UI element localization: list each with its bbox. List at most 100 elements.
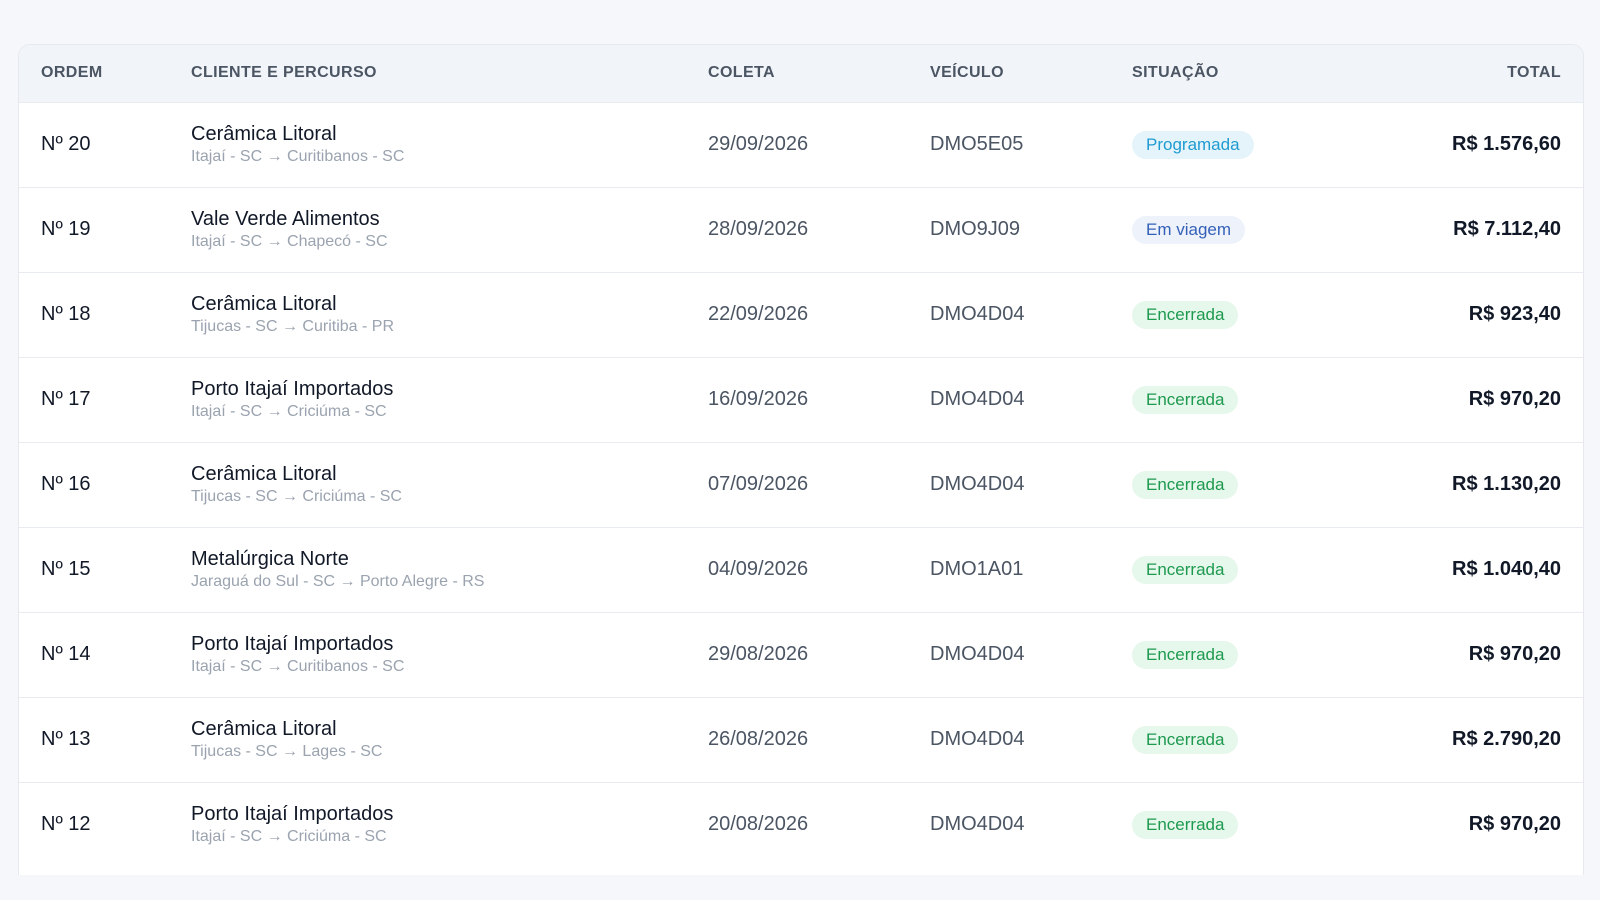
order-number: Nº 16 <box>41 473 91 495</box>
order-number: Nº 14 <box>41 643 91 665</box>
table-row[interactable]: Nº 12 Porto Itajaí Importados Itajaí - S… <box>19 782 1583 867</box>
order-total: R$ 2.790,20 <box>1452 728 1561 750</box>
vehicle-plate: DMO5E05 <box>930 133 1024 155</box>
vehicle-plate: DMO4D04 <box>930 473 1025 495</box>
route-text: Itajaí - SC → Curitibanos - SC <box>191 147 405 165</box>
vehicle-plate: DMO4D04 <box>930 388 1025 410</box>
route-text: Jaraguá do Sul - SC → Porto Alegre - RS <box>191 572 485 590</box>
column-header-veiculo[interactable]: VEÍCULO <box>930 45 1132 102</box>
table-row[interactable]: Nº 20 Cerâmica Litoral Itajaí - SC → Cur… <box>19 102 1583 187</box>
column-header-coleta[interactable]: COLETA <box>708 45 930 102</box>
column-header-cliente[interactable]: CLIENTE E PERCURSO <box>191 45 708 102</box>
client-route-cell: Porto Itajaí Importados Itajaí - SC → Cr… <box>191 357 708 442</box>
client-name: Vale Verde Alimentos <box>191 207 380 230</box>
vehicle-plate: DMO4D04 <box>930 643 1025 665</box>
pickup-date: 26/08/2026 <box>708 728 809 750</box>
route-text: Tijucas - SC → Curitiba - PR <box>191 317 394 335</box>
client-name: Cerâmica Litoral <box>191 122 337 145</box>
status-cell: Encerrada <box>1132 612 1332 697</box>
client-route-cell: Cerâmica Litoral Itajaí - SC → Curitiban… <box>191 102 708 187</box>
status-badge: Encerrada <box>1132 385 1239 414</box>
status-badge: Em viagem <box>1132 215 1246 244</box>
order-number: Nº 12 <box>41 813 91 836</box>
table-body: Nº 20 Cerâmica Litoral Itajaí - SC → Cur… <box>19 102 1583 867</box>
status-badge: Encerrada <box>1132 470 1239 499</box>
client-route-cell: Vale Verde Alimentos Itajaí - SC → Chape… <box>191 187 708 272</box>
pickup-date: 16/09/2026 <box>708 388 809 410</box>
vehicle-plate: DMO1A01 <box>930 558 1024 580</box>
table-row[interactable]: Nº 15 Metalúrgica Norte Jaraguá do Sul -… <box>19 527 1583 612</box>
status-cell: Encerrada <box>1132 442 1332 527</box>
orders-table: ORDEM CLIENTE E PERCURSO COLETA VEÍCULO … <box>19 45 1583 867</box>
header-row: ORDEM CLIENTE E PERCURSO COLETA VEÍCULO … <box>19 45 1583 102</box>
table-row[interactable]: Nº 18 Cerâmica Litoral Tijucas - SC → Cu… <box>19 272 1583 357</box>
status-cell: Encerrada <box>1132 357 1332 442</box>
status-cell: Programada <box>1132 102 1332 187</box>
pickup-date: 22/09/2026 <box>708 303 809 325</box>
client-route-cell: Metalúrgica Norte Jaraguá do Sul - SC → … <box>191 527 708 612</box>
order-total: R$ 970,20 <box>1468 643 1561 665</box>
order-number: Nº 15 <box>41 558 91 580</box>
status-badge: Encerrada <box>1132 810 1239 839</box>
order-total: R$ 1.130,20 <box>1452 473 1561 495</box>
table-row[interactable]: Nº 19 Vale Verde Alimentos Itajaí - SC →… <box>19 187 1583 272</box>
client-route-cell: Cerâmica Litoral Tijucas - SC → Criciúma… <box>191 442 708 527</box>
client-name: Porto Itajaí Importados <box>191 377 394 400</box>
pickup-date: 04/09/2026 <box>708 558 809 580</box>
status-cell: Em viagem <box>1132 187 1332 272</box>
column-header-ordem[interactable]: ORDEM <box>19 45 191 102</box>
table-row[interactable]: Nº 17 Porto Itajaí Importados Itajaí - S… <box>19 357 1583 442</box>
client-route-cell: Cerâmica Litoral Tijucas - SC → Lages - … <box>191 697 708 782</box>
vehicle-plate: DMO9J09 <box>930 218 1021 240</box>
status-badge: Programada <box>1132 130 1254 159</box>
order-total: R$ 1.040,40 <box>1452 558 1561 580</box>
route-text: Itajaí - SC → Criciúma - SC <box>191 827 387 845</box>
status-cell: Encerrada <box>1132 527 1332 612</box>
pickup-date: 28/09/2026 <box>708 218 809 240</box>
pickup-date: 29/08/2026 <box>708 643 809 665</box>
route-text: Itajaí - SC → Criciúma - SC <box>191 402 387 420</box>
table-row[interactable]: Nº 13 Cerâmica Litoral Tijucas - SC → La… <box>19 697 1583 782</box>
table-row[interactable]: Nº 14 Porto Itajaí Importados Itajaí - S… <box>19 612 1583 697</box>
client-name: Porto Itajaí Importados <box>191 632 394 655</box>
column-header-total[interactable]: TOTAL <box>1332 45 1583 102</box>
client-route-cell: Cerâmica Litoral Tijucas - SC → Curitiba… <box>191 272 708 357</box>
client-name: Cerâmica Litoral <box>191 717 337 740</box>
table-row[interactable]: Nº 16 Cerâmica Litoral Tijucas - SC → Cr… <box>19 442 1583 527</box>
order-total: R$ 923,40 <box>1468 303 1561 325</box>
order-number: Nº 17 <box>41 388 91 410</box>
column-header-situacao[interactable]: SITUAÇÃO <box>1132 45 1332 102</box>
route-text: Tijucas - SC → Criciúma - SC <box>191 487 402 505</box>
client-route-cell: Porto Itajaí Importados Itajaí - SC → Cu… <box>191 612 708 697</box>
status-badge: Encerrada <box>1132 725 1239 754</box>
pickup-date: 07/09/2026 <box>708 473 809 495</box>
order-number: Nº 18 <box>41 303 91 325</box>
route-text: Tijucas - SC → Lages - SC <box>191 742 383 760</box>
status-cell: Encerrada <box>1132 272 1332 357</box>
status-cell: Encerrada <box>1132 782 1332 867</box>
table-header: ORDEM CLIENTE E PERCURSO COLETA VEÍCULO … <box>19 45 1583 102</box>
order-total: R$ 970,20 <box>1468 388 1561 410</box>
client-name: Cerâmica Litoral <box>191 462 337 485</box>
route-text: Itajaí - SC → Chapecó - SC <box>191 232 388 250</box>
route-text: Itajaí - SC → Curitibanos - SC <box>191 657 405 675</box>
status-badge: Encerrada <box>1132 640 1239 669</box>
client-name: Cerâmica Litoral <box>191 292 337 315</box>
vehicle-plate: DMO4D04 <box>930 813 1025 836</box>
client-name: Porto Itajaí Importados <box>191 802 394 825</box>
status-cell: Encerrada <box>1132 697 1332 782</box>
order-number: Nº 13 <box>41 728 91 750</box>
client-name: Metalúrgica Norte <box>191 547 349 570</box>
status-badge: Encerrada <box>1132 300 1239 329</box>
order-number: Nº 20 <box>41 133 91 155</box>
pickup-date: 29/09/2026 <box>708 133 809 155</box>
pickup-date: 20/08/2026 <box>708 813 809 836</box>
vehicle-plate: DMO4D04 <box>930 728 1025 750</box>
order-total: R$ 1.576,60 <box>1452 133 1561 155</box>
orders-table-card: ORDEM CLIENTE E PERCURSO COLETA VEÍCULO … <box>18 44 1584 875</box>
order-total: R$ 7.112,40 <box>1453 218 1561 240</box>
status-badge: Encerrada <box>1132 555 1239 584</box>
order-number: Nº 19 <box>41 218 91 240</box>
client-route-cell: Porto Itajaí Importados Itajaí - SC → Cr… <box>191 782 708 867</box>
vehicle-plate: DMO4D04 <box>930 303 1025 325</box>
